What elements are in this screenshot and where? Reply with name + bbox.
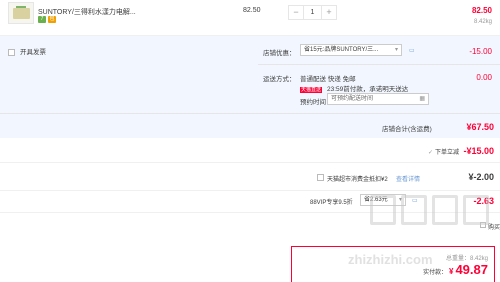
pay-value: 49.87 <box>455 262 488 277</box>
shop-promo-amount: -15.00 <box>469 47 492 56</box>
watermark-logo <box>370 195 489 225</box>
supermarket-details-link[interactable]: 查看详情 <box>396 174 420 183</box>
order-options-panel: 开具发票 店铺优惠： 省15元:品牌SUNTORY/三... ▾ ▭ -15.0… <box>0 36 500 138</box>
supermarket-credit-value: ¥-2.00 <box>468 172 494 182</box>
instant-discount-option[interactable]: ✓ 下单立减 <box>428 147 459 156</box>
product-subtotal: 82.50 <box>471 6 492 15</box>
check-icon: ✓ <box>428 150 434 156</box>
divider <box>258 64 500 65</box>
instant-discount-row: ✓ 下单立减 -¥15.00 <box>0 138 500 163</box>
supermarket-credit-label: 天猫超市消费金抵扣¥2 <box>327 177 388 183</box>
schedule-time-input[interactable]: 可预约配送时间 ▦ <box>327 93 429 105</box>
qty-increase-button[interactable]: + <box>322 6 336 19</box>
shop-promo-select[interactable]: 省15元:品牌SUNTORY/三... ▾ <box>300 44 402 56</box>
buy-link[interactable]: 购买 <box>488 222 500 231</box>
unit-price: 82.50 <box>243 7 261 14</box>
supermarket-credit-row: 天猫超市消费金抵扣¥2 查看详情 ¥-2.00 <box>0 163 500 191</box>
product-row: SUNTORY/三得利水漾力电解... 7 包 82.50 − 1 + 82.5… <box>0 0 500 36</box>
schedule-time-placeholder: 可预约配送时间 <box>331 96 374 102</box>
guarantee-tag-icon: 包 <box>48 16 56 23</box>
shipping-method: 普通配送 快递 免邮 <box>300 76 356 83</box>
vip-label: 88VIP专享9.5折 <box>310 200 353 206</box>
product-thumbnail[interactable] <box>8 2 34 24</box>
qty-decrease-button[interactable]: − <box>289 6 303 19</box>
shop-promo-value: 省15元:品牌SUNTORY/三... <box>304 47 379 53</box>
pay-currency: ¥ <box>449 267 454 276</box>
calendar-icon: ▦ <box>419 96 425 102</box>
shop-total-label: 店铺合计(含运费) <box>382 126 432 133</box>
invoice-option[interactable]: 开具发票 <box>8 46 46 56</box>
shop-total-value: ¥67.50 <box>466 122 494 132</box>
shipping-amount: 0.00 <box>476 73 492 82</box>
instant-discount-value: -¥15.00 <box>463 146 494 156</box>
schedule-label: 预约时间 <box>300 99 326 106</box>
instant-discount-label: 下单立减 <box>434 150 459 156</box>
actual-payment: 实付款： ¥ 49.87 <box>423 262 488 277</box>
divider <box>0 113 500 114</box>
quantity-stepper: − 1 + <box>288 5 337 20</box>
product-weight: 8.42kg <box>473 19 492 25</box>
shop-promo-label: 店铺优惠： <box>263 50 296 57</box>
service-tag-icon: 7 <box>38 16 46 23</box>
tmall-direct-badge: 天猫直送 <box>300 87 323 93</box>
chat-icon[interactable]: ▭ <box>409 47 416 54</box>
qty-input[interactable]: 1 <box>303 6 322 19</box>
delivery-note: 天猫直送 23:59前付款，承诺明天送达 <box>300 83 408 93</box>
supermarket-credit-checkbox[interactable] <box>317 174 324 181</box>
delivery-promise: 23:59前付款，承诺明天送达 <box>326 86 409 93</box>
chevron-down-icon: ▾ <box>394 47 398 53</box>
watermark-text: zhizhizhi.com <box>348 252 433 267</box>
shipping-label: 运送方式： <box>263 76 296 83</box>
invoice-checkbox[interactable] <box>8 48 15 56</box>
invoice-label: 开具发票 <box>19 49 46 56</box>
pay-label: 实付款： <box>423 270 448 276</box>
total-weight: 总重量：8.42kg <box>446 253 488 262</box>
